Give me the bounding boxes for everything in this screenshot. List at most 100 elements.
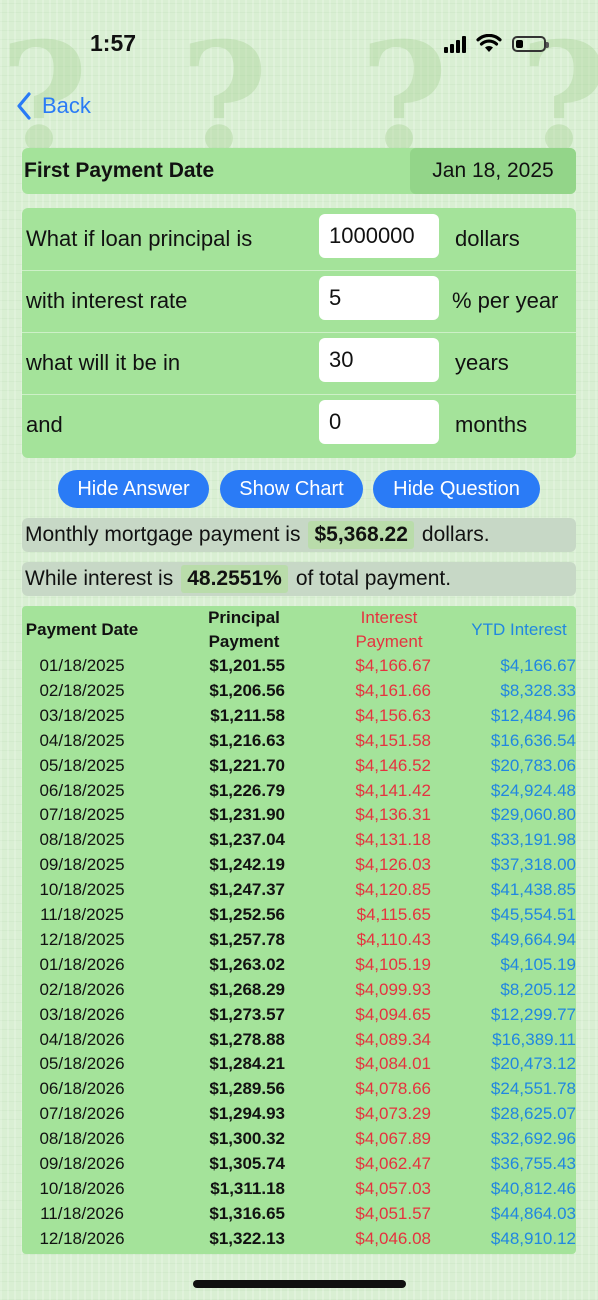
cell-principal: $1,231.90 [209, 805, 285, 825]
cell-date: 02/18/2025 [39, 680, 125, 700]
cell-ytd: $44,864.03 [490, 1203, 576, 1223]
cell-interest: $4,156.63 [355, 705, 431, 725]
cell-date: 09/18/2026 [39, 1154, 125, 1173]
cell-date: 11/18/2025 [40, 905, 124, 924]
cell-ytd: $33,191.98 [490, 830, 576, 850]
rate-unit: % per year [452, 288, 559, 313]
cell-ytd: $29,060.80 [490, 805, 576, 825]
monthly-payment-result: Monthly mortgage payment is $5,368.22 do… [22, 518, 576, 552]
cell-principal: $1,311.18 [210, 1178, 285, 1198]
years-unit: years [455, 350, 509, 375]
hide-answer-button[interactable]: Hide Answer [58, 470, 209, 508]
cell-ytd: $48,910.12 [490, 1228, 576, 1248]
cell-interest: $4,146.52 [355, 755, 431, 775]
cell-interest: $4,078.66 [355, 1079, 431, 1099]
cell-principal: $1,216.63 [209, 730, 285, 750]
cell-interest: $4,105.19 [355, 954, 431, 974]
cell-interest: $4,131.18 [355, 830, 431, 850]
cell-ytd: $4,105.19 [500, 954, 576, 974]
cell-principal: $1,268.29 [209, 979, 285, 999]
cell-principal: $1,206.56 [209, 680, 285, 700]
cell-interest: $4,126.03 [355, 855, 431, 875]
signal-icon [444, 35, 466, 53]
cell-ytd: $28,625.07 [490, 1104, 576, 1124]
cell-principal: $1,273.57 [209, 1004, 285, 1024]
cell-date: 05/18/2025 [39, 755, 125, 775]
cell-date: 12/18/2025 [39, 929, 125, 949]
cell-principal: $1,257.78 [209, 929, 285, 949]
cell-principal: $1,247.37 [209, 880, 285, 900]
rate-input[interactable]: 5 [319, 276, 439, 320]
monthly-payment-suffix: dollars. [421, 523, 490, 546]
cell-date: 10/18/2026 [39, 1178, 125, 1198]
cell-ytd: $12,484.96 [490, 705, 576, 725]
cell-principal: $1,221.70 [209, 755, 285, 775]
cell-ytd: $36,755.43 [490, 1154, 576, 1173]
principal-unit: dollars [455, 226, 520, 251]
cell-principal: $1,252.56 [209, 905, 285, 924]
months-label: and [26, 412, 63, 437]
cell-principal: $1,284.21 [209, 1054, 285, 1074]
cell-ytd: $45,554.51 [490, 905, 576, 924]
cell-interest: $4,115.65 [356, 905, 431, 924]
cell-principal: $1,289.56 [209, 1079, 285, 1099]
cell-interest: $4,073.29 [355, 1104, 431, 1124]
cell-principal: $1,322.13 [209, 1228, 285, 1248]
cell-principal: $1,242.19 [209, 855, 285, 875]
cell-interest: $4,089.34 [355, 1029, 431, 1049]
header-ytd: YTD Interest [471, 620, 567, 639]
cell-date: 06/18/2026 [39, 1079, 125, 1099]
months-input[interactable]: 0 [319, 400, 439, 444]
show-chart-button[interactable]: Show Chart [220, 470, 363, 508]
cell-principal: $1,226.79 [209, 780, 285, 800]
cell-ytd: $24,551.78 [490, 1079, 576, 1099]
cell-date: 11/18/2026 [40, 1203, 124, 1223]
hide-question-button[interactable]: Hide Question [373, 470, 540, 508]
principal-label: What if loan principal is [26, 226, 253, 251]
years-row: what will it be in 30 years [22, 332, 576, 395]
cell-date: 04/18/2025 [39, 730, 125, 750]
years-label: what will it be in [26, 350, 181, 375]
cell-principal: $1,294.93 [209, 1104, 285, 1124]
cell-date: 04/18/2026 [39, 1029, 125, 1049]
principal-input[interactable]: 1000000 [319, 214, 439, 258]
cell-ytd: $20,473.12 [490, 1054, 576, 1074]
cell-interest: $4,099.93 [355, 979, 431, 999]
cell-date: 09/18/2025 [39, 855, 125, 875]
cell-principal: $1,305.74 [209, 1154, 285, 1173]
cell-ytd: $8,205.12 [500, 979, 576, 999]
cell-ytd: $16,389.11 [492, 1029, 576, 1049]
cell-interest: $4,051.57 [355, 1203, 431, 1223]
cell-interest: $4,057.03 [355, 1178, 431, 1198]
first-payment-date-picker[interactable]: Jan 18, 2025 [410, 148, 576, 194]
back-button[interactable]: Back [16, 92, 91, 120]
cell-date: 08/18/2025 [39, 830, 125, 850]
cell-date: 03/18/2025 [39, 705, 125, 725]
cell-principal: $1,211.58 [210, 705, 285, 725]
header-principal: Principal Payment [208, 608, 280, 651]
cell-principal: $1,201.55 [209, 656, 285, 675]
principal-row: What if loan principal is 1000000 dollar… [22, 208, 576, 271]
cell-interest: $4,094.65 [355, 1004, 431, 1024]
status-icons [444, 34, 549, 53]
cell-date: 10/18/2025 [39, 880, 125, 900]
months-row: and 0 months [22, 394, 576, 456]
cell-ytd: $37,318.00 [490, 855, 576, 875]
header-interest: Interest Payment [355, 608, 423, 651]
cell-interest: $4,084.01 [355, 1054, 431, 1074]
rate-row: with interest rate 5 % per year [22, 270, 576, 333]
cell-ytd: $20,783.06 [490, 755, 576, 775]
cell-interest: $4,067.89 [355, 1129, 431, 1149]
years-input[interactable]: 30 [319, 338, 439, 382]
interest-share-suffix: of total payment. [295, 567, 452, 590]
question-panel: What if loan principal is 1000000 dollar… [22, 208, 576, 458]
first-payment-label: First Payment Date [24, 159, 215, 182]
cell-principal: $1,278.88 [209, 1029, 285, 1049]
cell-ytd: $8,328.33 [500, 680, 576, 700]
cell-interest: $4,136.31 [355, 805, 431, 825]
amortization-table: Payment Date Principal Payment Interest … [22, 606, 576, 1254]
back-label: Back [42, 93, 91, 118]
cell-date: 03/18/2026 [39, 1004, 125, 1024]
cell-date: 12/18/2026 [39, 1228, 125, 1248]
cell-interest: $4,120.85 [355, 880, 431, 900]
